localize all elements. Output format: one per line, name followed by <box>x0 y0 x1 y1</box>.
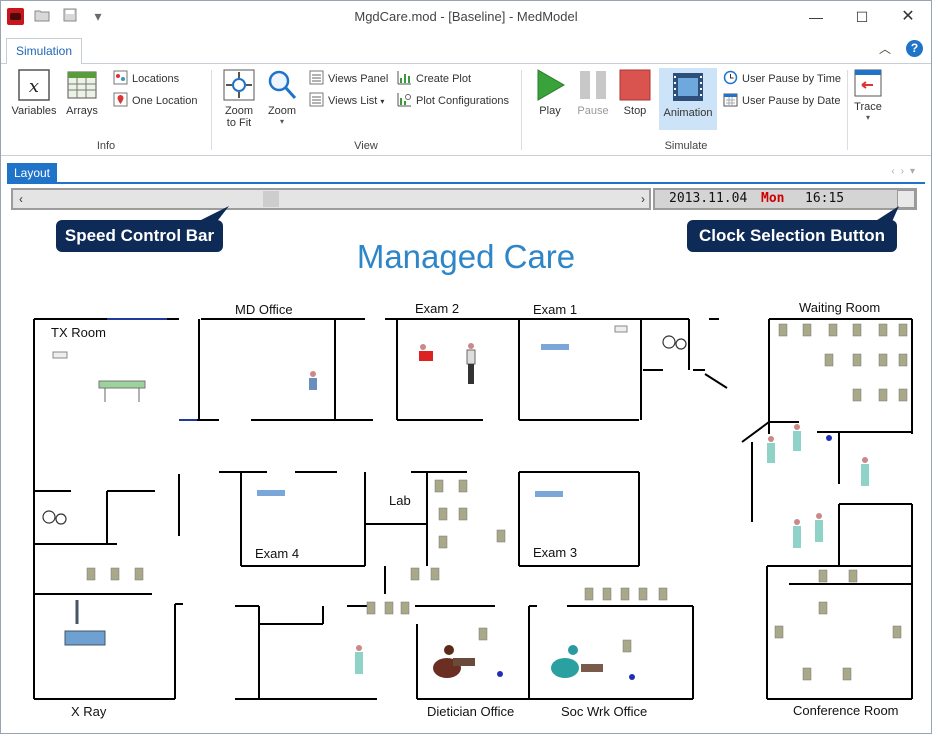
play-icon <box>533 68 567 102</box>
room-label-exam1: Exam 1 <box>533 302 578 317</box>
trace-label: Trace <box>854 101 882 113</box>
chevron-down-icon: ▾ <box>380 97 385 106</box>
window-title: MgdCare.mod - [Baseline] - MedModel <box>354 9 578 24</box>
views-panel-icon <box>309 70 324 85</box>
pause-label: Pause <box>577 105 609 117</box>
chevron-down-icon: ▾ <box>865 113 870 122</box>
variables-icon: x <box>17 68 51 102</box>
trace-icon <box>853 68 883 98</box>
room-label-lab: Lab <box>389 493 411 508</box>
zoom-to-fit-icon <box>222 68 256 102</box>
user-pause-date-label: User Pause by Date <box>742 95 841 107</box>
one-location-label: One Location <box>132 95 198 107</box>
clock-icon <box>723 70 738 85</box>
tab-scroll-icons[interactable]: ‹›▾ <box>891 166 921 177</box>
layout-canvas[interactable]: ‹ › 2013.11.04 Mon 16:15 Speed Control B… <box>7 184 925 732</box>
room-label-soc-wrk-office: Soc Wrk Office <box>561 704 648 719</box>
create-plot-button[interactable]: Create Plot <box>397 70 471 88</box>
room-label-md-office: MD Office <box>235 302 293 317</box>
variables-button[interactable]: x Variables <box>11 68 57 117</box>
info-group-label: Info <box>96 140 116 152</box>
help-icon[interactable]: ? <box>906 40 923 57</box>
plot-configurations-button[interactable]: Plot Configurations <box>397 92 509 110</box>
collapse-ribbon-icon[interactable]: ︿ <box>879 40 891 57</box>
plot-icon <box>397 70 412 85</box>
zoom-to-fit-label: Zoom to Fit <box>224 105 254 129</box>
room-label-exam4: Exam 4 <box>255 546 300 561</box>
ribbon-tab-row: Simulation ︿ ? <box>1 33 931 64</box>
close-icon[interactable]: ✕ <box>885 1 931 33</box>
chevron-down-icon: ▾ <box>279 117 284 126</box>
tab-layout[interactable]: Layout <box>7 163 57 183</box>
locations-button[interactable]: Locations <box>113 70 179 88</box>
play-label: Play <box>539 105 561 117</box>
pause-icon <box>576 68 610 102</box>
maximize-icon[interactable]: ☐ <box>839 1 885 33</box>
locations-icon <box>113 70 128 85</box>
animation-label: Animation <box>663 107 713 119</box>
views-panel-button[interactable]: Views Panel <box>309 70 388 88</box>
views-list-button[interactable]: Views List ▾ <box>309 92 384 110</box>
user-pause-time-label: User Pause by Time <box>742 73 842 85</box>
views-list-label: Views List <box>328 95 378 107</box>
locations-label: Locations <box>132 73 180 85</box>
app-window: ▾ MgdCare.mod - [Baseline] - MedModel — … <box>0 0 932 734</box>
floor-plan <box>33 318 913 700</box>
plot-config-icon <box>397 92 412 107</box>
arrays-label: Arrays <box>66 105 98 117</box>
stop-icon <box>618 68 652 102</box>
simulate-group-label: Simulate <box>664 140 708 152</box>
trace-button[interactable]: Trace ▾ <box>851 68 885 122</box>
calendar-icon <box>723 92 738 107</box>
room-label-exam2: Exam 2 <box>415 301 460 316</box>
create-plot-label: Create Plot <box>416 73 472 85</box>
ribbon: x Variables Arrays Locations One Locatio… <box>1 64 931 156</box>
views-panel-label: Views Panel <box>328 73 389 85</box>
room-label-dietician-office: Dietician Office <box>427 704 515 719</box>
ribbon-separator <box>211 70 212 150</box>
room-label-exam3: Exam 3 <box>533 545 578 560</box>
pause-button[interactable]: Pause <box>575 68 611 117</box>
room-label-tx-room: TX Room <box>51 325 106 340</box>
one-location-button[interactable]: One Location <box>113 92 197 110</box>
pin-icon <box>113 92 128 107</box>
title-bar: ▾ MgdCare.mod - [Baseline] - MedModel — … <box>1 1 931 33</box>
play-button[interactable]: Play <box>531 68 569 117</box>
ribbon-separator <box>847 70 848 150</box>
arrays-icon <box>65 68 99 102</box>
zoom-button[interactable]: Zoom ▾ <box>263 68 301 126</box>
svg-text:x: x <box>29 76 39 97</box>
animation-button[interactable]: Animation <box>659 68 717 130</box>
magnifier-icon <box>265 68 299 102</box>
film-icon <box>671 70 705 104</box>
arrays-button[interactable]: Arrays <box>61 68 103 117</box>
user-pause-time-button[interactable]: User Pause by Time <box>723 70 841 88</box>
plot-configurations-label: Plot Configurations <box>416 95 509 107</box>
variables-label: Variables <box>11 105 57 117</box>
room-label-x-ray: X Ray <box>71 704 107 719</box>
user-pause-date-button[interactable]: User Pause by Date <box>723 92 840 110</box>
stop-label: Stop <box>623 105 647 117</box>
tab-simulation[interactable]: Simulation <box>6 38 82 64</box>
minimize-icon[interactable]: — <box>793 1 839 33</box>
room-label-waiting-room: Waiting Room <box>799 300 881 315</box>
zoom-label: Zoom <box>267 105 297 117</box>
view-group-label: View <box>354 140 378 152</box>
zoom-to-fit-button[interactable]: Zoom to Fit <box>219 68 259 129</box>
views-list-icon <box>309 92 324 107</box>
ribbon-separator <box>521 70 522 150</box>
room-label-conference-room: Conference Room <box>793 703 899 718</box>
stop-button[interactable]: Stop <box>617 68 653 117</box>
